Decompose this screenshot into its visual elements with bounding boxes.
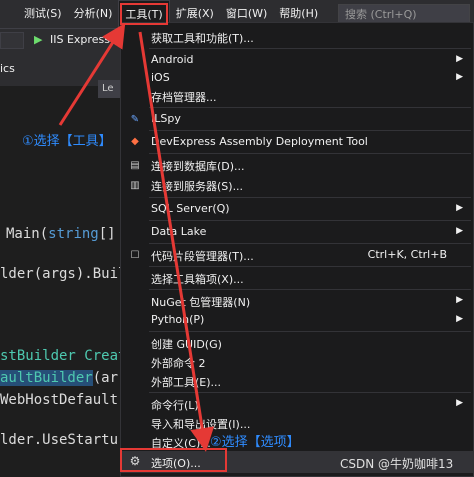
devexpress-icon: ◆ (131, 136, 139, 147)
config-combo[interactable] (0, 32, 24, 49)
menu-item-sql-server[interactable]: SQL Server(Q) (151, 202, 230, 215)
menu-separator (149, 197, 471, 198)
menu-item-devexpress[interactable]: DevExpress Assembly Deployment Tool (151, 135, 368, 148)
snippet-icon: ☐ (130, 250, 140, 261)
menu-item-archive-manager[interactable]: 存档管理器... (151, 89, 217, 105)
menu-test[interactable]: 测试(S) (0, 0, 68, 28)
menu-separator (149, 289, 471, 290)
menu-separator (149, 266, 471, 267)
play-icon[interactable]: ▶ (34, 33, 42, 46)
menu-item-android[interactable]: Android (151, 53, 194, 66)
code-editor[interactable]: Main(string[] lder(args).Buil stBuilder … (0, 100, 135, 448)
chevron-right-icon: ▶ (456, 314, 463, 324)
menu-item-ios[interactable]: iOS (151, 71, 170, 84)
code-text: (ar (92, 370, 119, 386)
menu-item-external-command-2[interactable]: 外部命令 2 (151, 355, 206, 371)
menu-separator (149, 107, 471, 108)
menu-item-python[interactable]: Python(P) (151, 313, 204, 326)
code-text: lder(args).Buil (0, 266, 127, 282)
code-text: lder.UseStartu (0, 432, 119, 448)
server-connect-icon: ▥ (130, 180, 140, 191)
menu-separator (149, 392, 471, 393)
search-box[interactable]: 搜索 (Ctrl+Q) (338, 4, 470, 23)
code-type: stBuilder Create (0, 348, 135, 364)
annotation-step1: ①选择【工具】 (22, 134, 112, 149)
code-keyword: string (48, 226, 99, 242)
code-text: Main( (6, 226, 49, 242)
menu-separator (149, 153, 471, 154)
run-button[interactable]: IIS Express (50, 33, 110, 46)
code-highlight: aultBuilder (0, 370, 93, 386)
highlight-box-tools (120, 3, 168, 25)
menu-item-import-export-settings[interactable]: 导入和导出设置(I)... (151, 416, 250, 432)
tab-left[interactable]: ics (0, 62, 15, 75)
watermark: CSDN @牛奶咖啡13 (340, 457, 454, 471)
chevron-right-icon: ▶ (456, 295, 463, 305)
tools-menu: 获取工具和功能(T)... Android ▶ iOS ▶ 存档管理器... ✎… (120, 22, 474, 477)
menu-item-data-lake[interactable]: Data Lake (151, 225, 206, 238)
shortcut-label: Ctrl+K, Ctrl+B (367, 248, 447, 261)
menu-item-connect-database[interactable]: 连接到数据库(D)... (151, 158, 245, 174)
menu-item-external-tools[interactable]: 外部工具(E)... (151, 374, 221, 390)
highlight-box-options (120, 448, 227, 472)
menu-item-connect-server[interactable]: 连接到服务器(S)... (151, 178, 243, 194)
chevron-right-icon: ▶ (456, 72, 463, 82)
menu-separator (149, 243, 471, 244)
menu-separator (149, 48, 471, 49)
menu-analyze[interactable]: 分析(N) (68, 0, 119, 28)
menu-item-snippet-manager[interactable]: 代码片段管理器(T)... (151, 248, 254, 264)
chevron-right-icon: ▶ (456, 203, 463, 213)
menu-item-create-guid[interactable]: 创建 GUID(G) (151, 336, 222, 352)
annotation-step2: ②选择【选项】 (210, 435, 300, 450)
menu-item-nuget[interactable]: NuGet 包管理器(N) (151, 294, 250, 310)
ilspy-icon: ✎ (130, 114, 140, 125)
menu-item-ilspy[interactable]: ILSpy (151, 112, 181, 125)
database-connect-icon: ▤ (130, 160, 140, 171)
code-text: [] (98, 226, 116, 242)
chevron-right-icon: ▶ (456, 226, 463, 236)
menu-separator (149, 220, 471, 221)
chevron-down-icon[interactable]: ▼ (112, 33, 119, 43)
menu-item-command-line[interactable]: 命令行(L) (151, 397, 199, 413)
menu-item-get-tools[interactable]: 获取工具和功能(T)... (151, 30, 254, 46)
chevron-right-icon: ▶ (456, 54, 463, 64)
menu-separator (149, 130, 471, 131)
code-text: WebHostDefault (0, 392, 119, 408)
menu-separator (149, 331, 471, 332)
chevron-right-icon: ▶ (456, 398, 463, 408)
menu-item-toolbox-items[interactable]: 选择工具箱项(X)... (151, 271, 244, 287)
